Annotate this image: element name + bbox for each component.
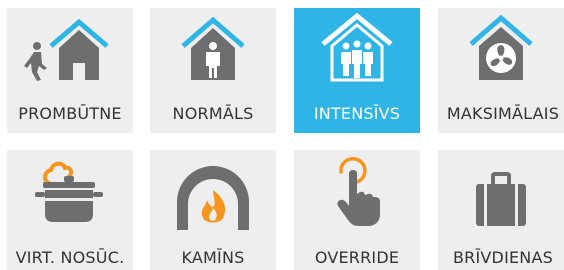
mode-label: BRĪVDIENAS bbox=[453, 248, 553, 267]
touch-finger-icon bbox=[337, 156, 380, 226]
person-in-house-icon bbox=[181, 16, 245, 80]
mode-tile-kamins[interactable]: KAMĪNS bbox=[150, 150, 276, 270]
suitcase-icon bbox=[476, 172, 526, 226]
mode-label: INTENSĪVS bbox=[313, 104, 401, 123]
mode-label: OVERRIDE bbox=[314, 248, 400, 267]
mode-tile-brivdienas[interactable]: BRĪVDIENAS bbox=[438, 150, 564, 270]
mode-label: KAMĪNS bbox=[181, 248, 245, 267]
mode-tile-intensivs[interactable]: INTENSĪVS bbox=[294, 8, 420, 133]
mode-tile-prombutne[interactable]: PROMBŪTNE bbox=[7, 8, 133, 133]
mode-label: VIRT. NOSŪC. bbox=[15, 248, 125, 267]
group-in-house-icon bbox=[321, 12, 393, 82]
mode-label: PROMBŪTNE bbox=[18, 104, 122, 123]
mode-tile-maksimalais[interactable]: MAKSIMĀLAIS bbox=[438, 8, 564, 133]
mode-label: MAKSIMĀLAIS bbox=[446, 104, 560, 123]
mode-label: NORMĀLS bbox=[172, 104, 254, 123]
person-walking-away-house-icon bbox=[24, 18, 109, 81]
mode-tile-override[interactable]: OVERRIDE bbox=[294, 150, 420, 270]
mode-tile-virt-nosuc[interactable]: VIRT. NOSŪC. bbox=[7, 150, 133, 270]
cooking-pot-icon bbox=[35, 161, 103, 222]
mode-tile-normals[interactable]: NORMĀLS bbox=[150, 8, 276, 133]
fireplace-icon bbox=[177, 166, 249, 230]
fan-house-icon bbox=[469, 14, 533, 80]
